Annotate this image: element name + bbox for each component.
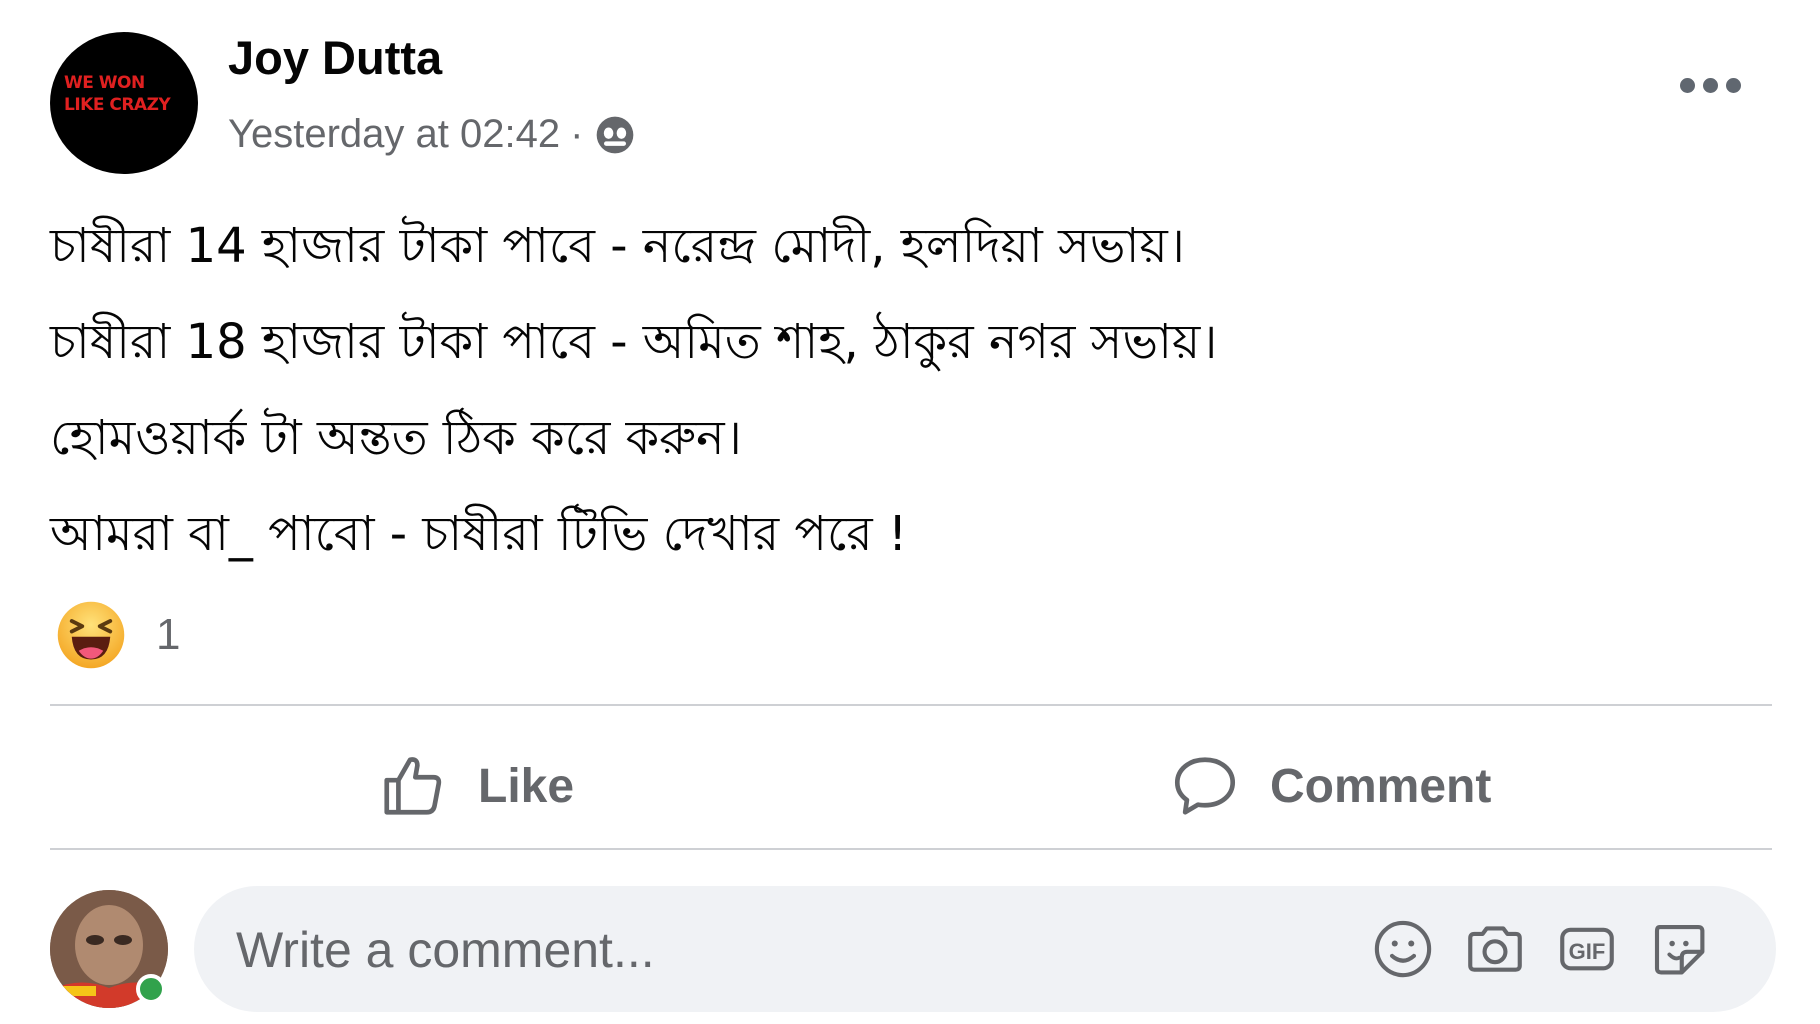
divider — [50, 848, 1772, 850]
like-label: Like — [478, 759, 575, 813]
comment-button[interactable]: Comment — [1170, 748, 1491, 824]
post-line: হোমওয়ার্ক টা অন্তত ঠিক করে করুন। — [50, 410, 742, 466]
sticker-button[interactable] — [1646, 916, 1712, 982]
camera-button[interactable] — [1462, 916, 1528, 982]
post-line: চাষীরা 14 হাজার টাকা পাবে - নরেন্দ্র মোদ… — [50, 218, 1185, 274]
dot-icon — [1680, 78, 1695, 93]
haha-reaction-icon — [57, 601, 125, 669]
avatar-logo-text: WE WON LIKE CRAZY — [64, 73, 171, 115]
online-status-indicator — [136, 974, 166, 1004]
gif-button[interactable]: GIF — [1554, 916, 1620, 982]
comment-label: Comment — [1270, 759, 1492, 813]
like-button[interactable]: Like — [378, 748, 574, 824]
more-options-button[interactable] — [1680, 78, 1741, 93]
post-body: চাষীরা 14 হাজার টাকা পাবে - নরেন্দ্র মোদ… — [50, 198, 1750, 582]
reaction-count: 1 — [156, 610, 181, 659]
post-timestamp[interactable]: Yesterday at 02:42 — [228, 112, 560, 157]
post-line: আমরা বা_ পাবো - চাষীরা টিভি দেখার পরে ! — [50, 506, 908, 562]
gif-icon: GIF — [1560, 927, 1614, 971]
emoji-button[interactable] — [1370, 916, 1436, 982]
dot-icon — [1726, 78, 1741, 93]
camera-icon — [1468, 926, 1522, 972]
author-name[interactable]: Joy Dutta — [228, 30, 442, 85]
svg-text:GIF: GIF — [1569, 939, 1606, 964]
comment-input[interactable] — [234, 886, 1338, 1014]
globe-icon[interactable] — [593, 113, 637, 157]
emoji-icon — [1374, 920, 1432, 978]
author-avatar[interactable]: WE WON LIKE CRAZY — [50, 32, 198, 174]
divider — [50, 704, 1772, 706]
comment-bubble-icon — [1174, 757, 1236, 815]
sticker-icon — [1654, 924, 1705, 975]
dot-icon — [1703, 78, 1718, 93]
post-line: চাষীরা 18 হাজার টাকা পাবে - অমিত শাহ, ঠা… — [50, 314, 1218, 370]
thumbs-up-icon — [384, 757, 442, 815]
meta-separator: · — [570, 112, 584, 156]
comment-composer[interactable]: GIF — [194, 886, 1776, 1014]
post-meta: Yesterday at 02:42 · — [228, 112, 637, 157]
reactions-summary[interactable]: 1 — [56, 600, 180, 670]
